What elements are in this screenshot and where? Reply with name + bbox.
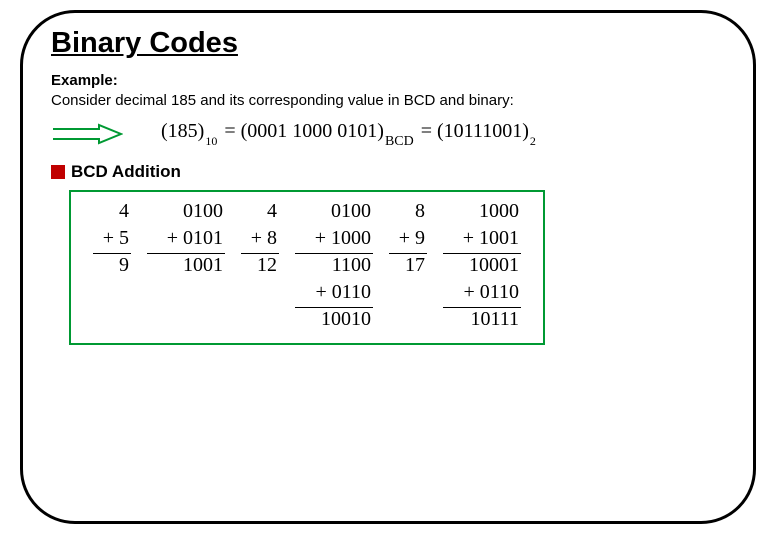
cell: + 0110: [435, 279, 529, 306]
table-row: + 5 + 0101 + 8 + 1000 + 9 + 1001: [85, 225, 529, 252]
cell: 1100: [287, 252, 381, 279]
bullet-square-icon: [51, 165, 65, 179]
eq-eq2: =: [416, 120, 437, 142]
cell: + 0110: [287, 279, 381, 306]
cell: + 8: [233, 225, 287, 252]
cell: [85, 279, 139, 306]
cell: [139, 279, 233, 306]
example-text: Consider decimal 185 and its correspondi…: [51, 92, 725, 109]
cell: 8: [381, 198, 435, 225]
cell: 1000: [435, 198, 529, 225]
eq-rhs: (10111001): [437, 120, 529, 142]
section-label: BCD Addition: [71, 162, 181, 182]
equation-row: (185)10 = (0001 1000 0101)BCD = (1011100…: [51, 121, 725, 146]
cell: [85, 306, 139, 333]
cell: + 9: [381, 225, 435, 252]
cell: 4: [233, 198, 287, 225]
cell: + 1000: [287, 225, 381, 252]
cell: 10001: [435, 252, 529, 279]
cell: + 0101: [139, 225, 233, 252]
table-row: 10010 10111: [85, 306, 529, 333]
cell: 9: [85, 252, 139, 279]
table-row: 9 1001 12 1100 17 10001: [85, 252, 529, 279]
cell: + 5: [85, 225, 139, 252]
table-row: 4 0100 4 0100 8 1000: [85, 198, 529, 225]
cell: [381, 279, 435, 306]
equation: (185)10 = (0001 1000 0101)BCD = (1011100…: [161, 121, 538, 146]
cell: [381, 306, 435, 333]
cell: 10111: [435, 306, 529, 333]
eq-eq1: =: [219, 120, 240, 142]
bcd-addition-box: 4 0100 4 0100 8 1000 + 5 + 0101 + 8 + 10…: [69, 190, 545, 345]
eq-mid: (0001 1000 0101): [241, 120, 384, 142]
eq-rhs-sub: 2: [529, 134, 538, 148]
eq-lhs: (185): [161, 120, 204, 142]
cell: [139, 306, 233, 333]
cell: 10010: [287, 306, 381, 333]
cell: 4: [85, 198, 139, 225]
example-label: Example:: [51, 72, 725, 89]
arrow-right-icon: [51, 123, 123, 145]
cell: [233, 279, 287, 306]
cell: 1001: [139, 252, 233, 279]
page-title: Binary Codes: [51, 27, 725, 60]
section-row: BCD Addition: [51, 162, 725, 182]
cell: 0100: [139, 198, 233, 225]
cell: + 1001: [435, 225, 529, 252]
cell: 17: [381, 252, 435, 279]
bcd-addition-table: 4 0100 4 0100 8 1000 + 5 + 0101 + 8 + 10…: [85, 198, 529, 333]
cell: 12: [233, 252, 287, 279]
eq-mid-sub: BCD: [384, 134, 416, 149]
cell: 0100: [287, 198, 381, 225]
eq-lhs-sub: 10: [204, 134, 219, 148]
cell: [233, 306, 287, 333]
slide-frame: Binary Codes Example: Consider decimal 1…: [20, 10, 756, 524]
table-row: + 0110 + 0110: [85, 279, 529, 306]
